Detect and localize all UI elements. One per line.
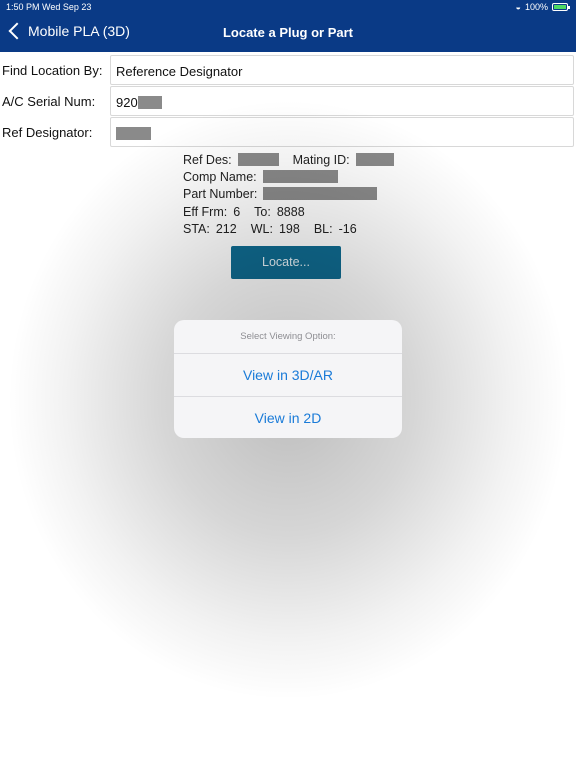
- to-value: 8888: [276, 204, 305, 219]
- details-row-refdes: Ref Des: Mating ID:: [183, 152, 394, 169]
- view-2d-option[interactable]: View in 2D: [174, 397, 402, 438]
- view-3d-ar-option[interactable]: View in 3D/AR: [174, 354, 402, 397]
- battery-icon: [552, 3, 570, 11]
- status-time: 1:50 PM Wed Sep 23: [6, 2, 92, 12]
- details-row-sta: STA: 212 WL: 198 BL: -16: [183, 221, 394, 238]
- find-location-row: Find Location By: Reference Designator: [0, 55, 576, 85]
- battery-fill: [554, 5, 566, 9]
- redacted-block: [116, 127, 151, 140]
- bl-value: -16: [338, 221, 357, 236]
- serial-num-field[interactable]: 920: [110, 86, 574, 116]
- locate-button[interactable]: Locate...: [231, 246, 341, 279]
- to-label: To:: [254, 204, 271, 219]
- nav-bar: Mobile PLA (3D) Locate a Plug or Part: [0, 14, 576, 52]
- ref-designator-row: Ref Designator:: [0, 117, 576, 147]
- serial-num-label: A/C Serial Num:: [2, 94, 96, 109]
- ref-des-label: Ref Des:: [183, 153, 232, 167]
- redacted-block: [263, 187, 378, 201]
- ref-designator-text: [116, 126, 151, 141]
- battery-percent: 100%: [524, 2, 548, 12]
- serial-num-value: 920: [116, 95, 138, 110]
- part-number-label: Part Number:: [183, 187, 258, 202]
- wifi-icon: ◒: [515, 2, 521, 12]
- eff-frm-value: 6: [233, 204, 241, 219]
- viewing-option-popover: Select Viewing Option: View in 3D/AR Vie…: [174, 320, 402, 438]
- sta-value: 212: [215, 221, 237, 236]
- status-right: ◒ 100%: [515, 2, 570, 12]
- find-location-select[interactable]: Reference Designator: [110, 55, 574, 85]
- find-location-label: Find Location By:: [2, 63, 103, 78]
- screen: 1:50 PM Wed Sep 23 ◒ 100% Mobile PLA (3D…: [0, 0, 576, 768]
- page-title: Locate a Plug or Part: [222, 25, 354, 40]
- wl-label: WL:: [250, 221, 273, 236]
- part-details: Ref Des: Mating ID: Comp Name: Part Numbe…: [183, 152, 394, 238]
- wl-value: 198: [278, 221, 300, 236]
- redacted-block: [262, 170, 338, 184]
- details-row-comp: Comp Name:: [183, 169, 394, 186]
- status-bar: 1:50 PM Wed Sep 23 ◒ 100%: [0, 0, 576, 14]
- bl-label: BL:: [313, 221, 333, 236]
- redacted-block: [137, 96, 162, 109]
- details-row-part: Part Number:: [183, 186, 394, 203]
- find-location-value: Reference Designator: [116, 64, 243, 79]
- serial-num-text: 920: [116, 95, 162, 110]
- eff-frm-label: Eff Frm:: [183, 204, 228, 219]
- redacted-block: [237, 153, 279, 166]
- mating-id-label: Mating ID:: [292, 153, 350, 167]
- serial-num-row: A/C Serial Num: 920: [0, 86, 576, 116]
- redacted-block: [355, 153, 394, 166]
- sta-label: STA:: [183, 221, 210, 236]
- ref-designator-field[interactable]: [110, 117, 574, 147]
- comp-name-label: Comp Name:: [183, 170, 257, 185]
- popover-title: Select Viewing Option:: [174, 320, 402, 354]
- top-bar: 1:50 PM Wed Sep 23 ◒ 100% Mobile PLA (3D…: [0, 0, 576, 52]
- ref-designator-label: Ref Designator:: [2, 125, 93, 140]
- details-row-eff: Eff Frm: 6 To: 8888: [183, 204, 394, 221]
